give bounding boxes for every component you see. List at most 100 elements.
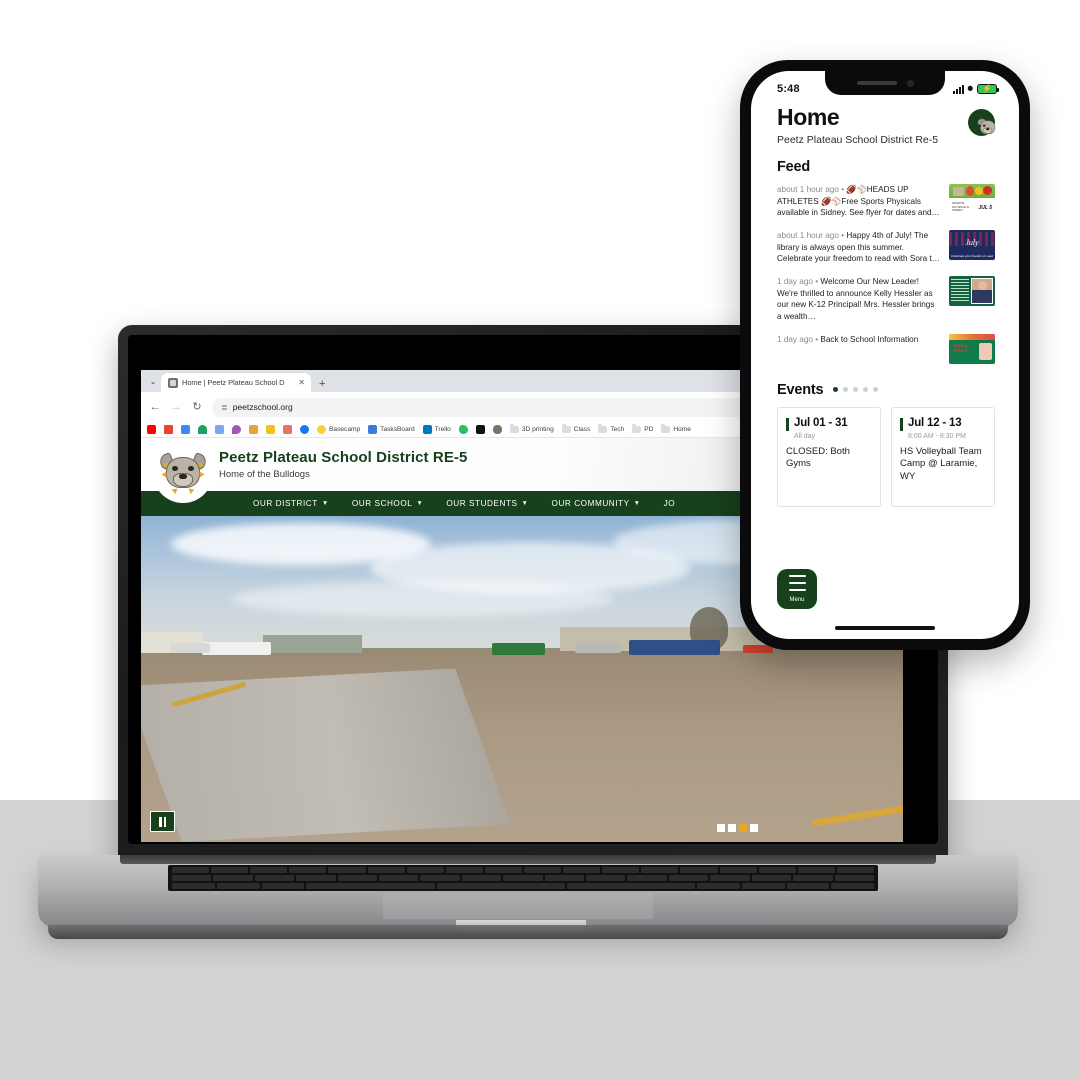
address-bar[interactable]: ≣ peetzschool.org <box>212 397 787 417</box>
bookmark-mailchimp[interactable] <box>266 425 275 434</box>
carousel-dot-2[interactable] <box>728 824 736 832</box>
feed-item-separator: • <box>841 231 845 241</box>
bookmark-photos[interactable] <box>215 425 224 434</box>
chevron-down-icon: ▼ <box>321 500 329 507</box>
nav-item-our-school[interactable]: OUR SCHOOL ▼ <box>352 499 424 508</box>
chevron-down-icon: ▼ <box>416 500 424 507</box>
event-name: CLOSED: Both Gyms <box>786 445 850 470</box>
feed-item[interactable]: about 1 hour ago • Happy 4th of July! Th… <box>777 227 995 273</box>
cloud-shape <box>232 581 614 618</box>
school-logo-circle <box>153 443 213 503</box>
bookmark-bulldog[interactable] <box>492 425 502 434</box>
forward-button[interactable]: → <box>170 401 182 413</box>
feed-item-timestamp: 1 day ago <box>777 276 813 286</box>
site-title: Peetz Plateau School District RE-5 <box>219 448 468 466</box>
feed-item[interactable]: 1 day ago • Welcome Our New Leader! We'r… <box>777 273 995 331</box>
feed-item[interactable]: 1 day ago • Back to School Information B… <box>777 331 995 372</box>
bookmark-folder-pd-label: PD <box>644 426 654 433</box>
bookmark-dropbox[interactable] <box>283 425 292 434</box>
bookmark-trello-label: Trello <box>434 426 451 433</box>
phone-screen: 5:48 ⏺ ⚡ Home Peetz Plateau School Distr… <box>751 71 1019 639</box>
tab-list-chevron-icon[interactable]: ⌄ <box>145 370 161 392</box>
tab-close-icon[interactable]: ✕ <box>296 378 305 387</box>
feed-item-text: 1 day ago • Back to School Information <box>777 334 940 346</box>
event-time: All day <box>794 432 816 440</box>
feed-item-text: about 1 hour ago • 🏈⚾HEADS UP ATHLETES 🏈… <box>777 184 940 219</box>
bookmark-tasksboard-label: TasksBoard <box>380 426 415 433</box>
events-dot-5[interactable] <box>873 387 879 393</box>
hero-building <box>262 634 362 653</box>
hero-vehicle <box>201 641 271 655</box>
bookmark-google-drive[interactable] <box>198 425 207 434</box>
nav-item-our-district[interactable]: OUR DISTRICT ▼ <box>253 499 329 508</box>
bookmark-calendar[interactable] <box>181 425 190 434</box>
bulldog-mascot-icon <box>976 118 995 135</box>
events-dot-2[interactable] <box>843 387 849 393</box>
carousel-pause-button[interactable] <box>150 811 175 832</box>
bookmark-x[interactable] <box>475 425 485 434</box>
feed-item[interactable]: about 1 hour ago • 🏈⚾HEADS UP ATHLETES 🏈… <box>777 181 995 227</box>
laptop-base <box>38 855 1018 939</box>
front-camera-icon <box>906 79 914 87</box>
chevron-down-icon: ▼ <box>521 500 529 507</box>
events-dot-4[interactable] <box>863 387 869 393</box>
event-card[interactable]: Jul 01 - 31 All day CLOSED: Both Gyms <box>777 406 881 507</box>
event-accent-bar <box>786 417 789 431</box>
feed-item-text: about 1 hour ago • Happy 4th of July! Th… <box>777 230 940 265</box>
nav-item-truncated[interactable]: JO <box>664 499 676 508</box>
bookmark-evernote[interactable] <box>458 425 468 434</box>
hamburger-menu-icon <box>788 575 806 577</box>
event-time: 8:00 AM - 8:30 PM <box>908 432 966 440</box>
bookmark-youtube[interactable] <box>147 425 156 434</box>
feed-item-separator: • <box>841 185 845 195</box>
bookmark-folder-3d-printing[interactable]: 3D printing <box>509 424 554 433</box>
event-accent-bar <box>900 417 903 431</box>
nav-label-our-community: OUR COMMUNITY <box>551 499 630 508</box>
feed-item-thumbnail[interactable] <box>949 275 995 306</box>
nav-label-our-school: OUR SCHOOL <box>351 499 413 508</box>
feed-item-thumbnail[interactable]: SPORTS PHYSICALS SIDNEY JUL 5 <box>949 184 995 215</box>
carousel-dot-1[interactable] <box>717 824 725 832</box>
event-date-row: Jul 12 - 13 <box>900 417 985 431</box>
tab-title: Home | Peetz Plateau School D <box>182 378 285 387</box>
home-indicator[interactable] <box>835 626 935 630</box>
events-dot-1-active[interactable] <box>833 387 839 393</box>
feed-item-thumbnail[interactable]: Back to School <box>949 333 995 364</box>
bookmark-brave[interactable] <box>232 425 241 434</box>
feed-item-body: Back to School Information <box>820 334 919 344</box>
bookmark-gmail[interactable] <box>164 425 173 434</box>
reload-button[interactable]: ↻ <box>191 401 203 413</box>
bookmark-folder-3d-printing-label: 3D printing <box>521 426 554 433</box>
carousel-dot-3-active[interactable] <box>739 824 747 832</box>
feed-section-title: Feed <box>777 159 811 176</box>
address-bar-url: peetzschool.org <box>232 402 293 412</box>
bookmark-facebook[interactable] <box>300 425 309 434</box>
bookmark-folder-tech[interactable]: Tech <box>598 424 624 433</box>
feed-item-separator: • <box>815 276 819 286</box>
carousel-dot-4[interactable] <box>750 824 758 832</box>
bookmark-folder-class[interactable]: Class <box>561 424 590 433</box>
feed-item-thumbnail[interactable]: July Celebrate your freedom to read <box>949 230 995 261</box>
site-settings-icon[interactable]: ≣ <box>221 403 228 412</box>
bookmark-trello[interactable]: Trello <box>422 425 451 434</box>
bookmark-basecamp[interactable]: Basecamp <box>317 425 360 434</box>
nav-item-our-students[interactable]: OUR STUDENTS ▼ <box>446 499 528 508</box>
event-card[interactable]: Jul 12 - 13 8:00 AM - 8:30 PM HS Volleyb… <box>891 406 995 507</box>
feed-item-timestamp: 1 day ago <box>777 334 813 344</box>
menu-fab-button[interactable]: Menu <box>777 569 817 609</box>
nav-item-our-community[interactable]: OUR COMMUNITY ▼ <box>552 499 641 508</box>
back-button[interactable]: ← <box>149 401 161 413</box>
bookmark-basecamp-label: Basecamp <box>329 426 361 433</box>
bookmark-tasksboard[interactable]: TasksBoard <box>368 425 415 434</box>
bookmark-slack[interactable] <box>249 425 258 434</box>
browser-tab[interactable]: Home | Peetz Plateau School D ✕ <box>161 373 311 392</box>
status-bar-indicators: ⏺ ⚡ <box>952 83 999 95</box>
new-tab-button[interactable]: + <box>311 379 333 392</box>
school-logo[interactable] <box>153 443 213 505</box>
bookmark-folder-home[interactable]: Home <box>661 424 691 433</box>
school-logo-avatar[interactable] <box>968 109 995 136</box>
bookmark-folder-pd[interactable]: PD <box>632 424 654 433</box>
phone-device: 5:48 ⏺ ⚡ Home Peetz Plateau School Distr… <box>740 60 1030 650</box>
chevron-down-icon: ▼ <box>633 500 641 507</box>
events-dot-3[interactable] <box>853 387 859 393</box>
